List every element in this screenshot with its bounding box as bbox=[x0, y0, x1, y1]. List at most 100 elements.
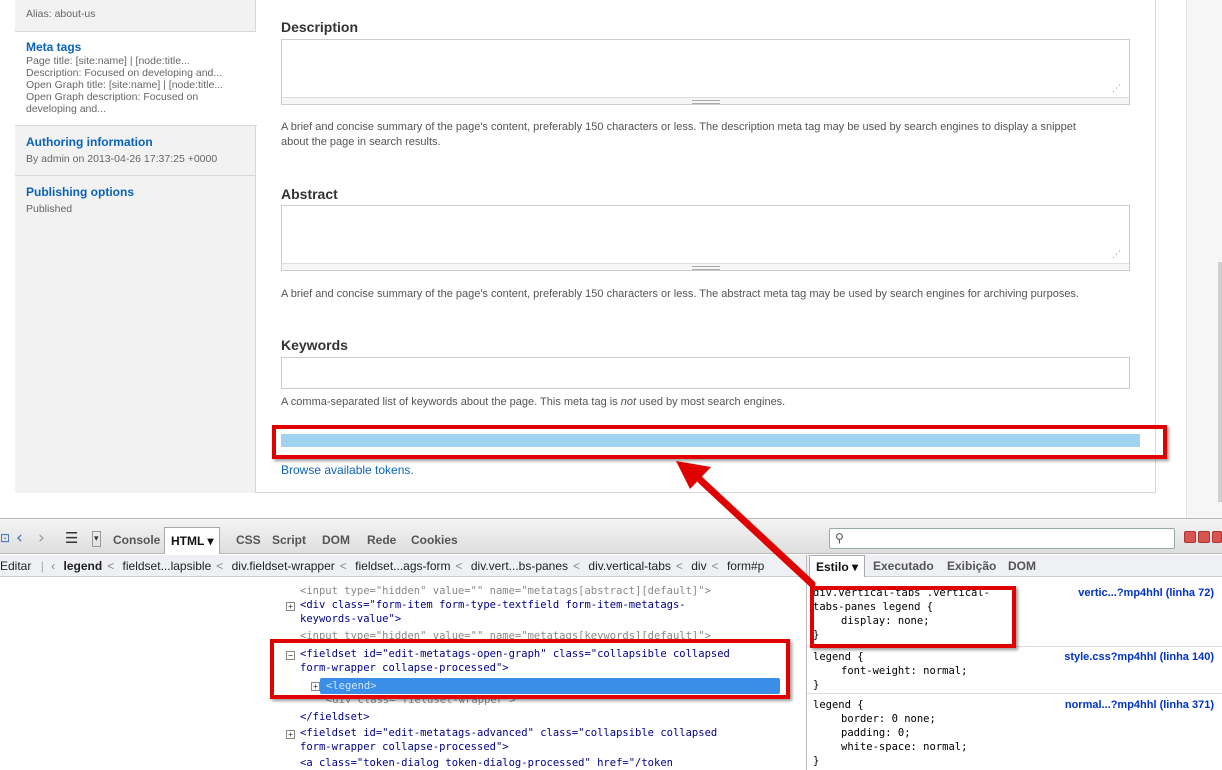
tab-script[interactable]: Script bbox=[266, 527, 312, 554]
html-node-cont: form-wrapper collapse-processed"> bbox=[300, 741, 509, 753]
tab-css[interactable]: CSS bbox=[230, 527, 267, 554]
abstract-help: A brief and concise summary of the page'… bbox=[281, 288, 1079, 300]
css-source-link[interactable]: normal...?mp4hhl (linha 371) bbox=[1065, 699, 1214, 711]
vertical-tab-title[interactable]: Publishing options bbox=[26, 185, 256, 200]
resize-handle-icon[interactable]: ⋰ bbox=[1112, 251, 1121, 260]
minimize-icon[interactable] bbox=[1184, 531, 1196, 543]
annotation-box-css-rule bbox=[810, 586, 1016, 648]
css-declaration[interactable]: white-space: normal; bbox=[813, 740, 1213, 754]
css-divider bbox=[807, 693, 1222, 694]
textarea-grippie[interactable] bbox=[282, 263, 1129, 270]
chevron-left-icon: < bbox=[107, 559, 115, 573]
breadcrumb-item[interactable]: fieldset...ags-form bbox=[355, 559, 450, 573]
vertical-tab-summary: Alias: about-us bbox=[26, 8, 96, 20]
vertical-tab-summary: Published bbox=[26, 203, 73, 215]
chevron-down-icon[interactable]: ▾ bbox=[852, 560, 858, 574]
css-declaration[interactable]: padding: 0; bbox=[813, 726, 1213, 740]
abstract-label: Abstract bbox=[281, 186, 338, 202]
chevron-left-icon: < bbox=[339, 559, 347, 573]
css-brace: } bbox=[813, 679, 820, 691]
back-arrow-icon[interactable]: ‹ bbox=[16, 528, 23, 548]
browse-tokens-link[interactable]: Browse available tokens. bbox=[281, 463, 414, 477]
expand-icon[interactable]: + bbox=[286, 602, 295, 611]
html-node[interactable]: <a class="token-dialog token-dialog-proc… bbox=[300, 756, 673, 770]
inspect-icon[interactable]: ⊡ bbox=[0, 531, 10, 545]
css-declaration[interactable]: border: 0 none; bbox=[813, 712, 1213, 726]
keywords-help-text-end: used by most search engines. bbox=[636, 396, 786, 408]
html-node[interactable]: </fieldset> bbox=[300, 710, 370, 724]
html-node-cont: keywords-value"> bbox=[300, 613, 402, 625]
tab-rede[interactable]: Rede bbox=[361, 527, 402, 554]
breadcrumb-divider: | bbox=[40, 559, 44, 573]
html-node[interactable]: <input type="hidden" value="" name="meta… bbox=[300, 584, 711, 598]
keywords-input[interactable] bbox=[281, 357, 1130, 389]
vertical-tab-summary: Description: Focused on developing and..… bbox=[26, 67, 223, 79]
search-icon: ⚲ bbox=[835, 531, 844, 545]
breadcrumb-item[interactable]: div.fieldset-wrapper bbox=[232, 559, 335, 573]
detach-icon[interactable] bbox=[1198, 531, 1210, 543]
chevron-left-icon: < bbox=[573, 559, 581, 573]
tab-cookies[interactable]: Cookies bbox=[405, 527, 464, 554]
breadcrumb-item[interactable]: div.vert...bs-panes bbox=[471, 559, 568, 573]
css-declaration[interactable]: font-weight: normal; bbox=[813, 664, 1213, 678]
abstract-textarea[interactable]: ⋰ bbox=[281, 205, 1130, 271]
vertical-tab-summary: Page title: [site:name] | [node:title... bbox=[26, 55, 190, 67]
expand-icon[interactable]: + bbox=[286, 730, 295, 739]
tab-dom[interactable]: DOM bbox=[316, 527, 356, 554]
tab-estilo[interactable]: Estilo ▾ bbox=[809, 555, 866, 577]
breadcrumb-item[interactable]: fieldset...lapsible bbox=[123, 559, 212, 573]
description-help-line-2: about the page in search results. bbox=[281, 136, 441, 148]
vertical-tab-summary: developing and... bbox=[26, 103, 106, 115]
tab-console[interactable]: Console bbox=[107, 527, 166, 554]
vertical-tab-url-alias[interactable]: Alias: about-us bbox=[15, 0, 256, 32]
scrollbar-thumb[interactable] bbox=[1218, 262, 1222, 502]
breadcrumb-item[interactable]: legend bbox=[64, 559, 103, 573]
html-node[interactable]: <fieldset id="edit-metatags-advanced" cl… bbox=[300, 726, 717, 740]
html-node[interactable]: <div class="form-item form-type-textfiel… bbox=[300, 598, 686, 612]
page-scrollbar[interactable] bbox=[1186, 0, 1222, 518]
close-icon[interactable] bbox=[1212, 531, 1222, 543]
keywords-label: Keywords bbox=[281, 337, 348, 353]
annotation-box-legend-node bbox=[270, 639, 790, 699]
breadcrumb-item[interactable]: div.vertical-tabs bbox=[588, 559, 670, 573]
breadcrumb-item[interactable]: form#p bbox=[727, 559, 764, 573]
keywords-help: A comma-separated list of keywords about… bbox=[281, 395, 1131, 410]
chevron-left-icon: < bbox=[675, 559, 683, 573]
css-source-link[interactable]: vertic...?mp4hhl (linha 72) bbox=[1078, 587, 1214, 599]
html-breadcrumb: Editar | ‹ legend < fieldset...lapsible < … bbox=[0, 555, 806, 577]
keywords-help-emphasis: not bbox=[620, 396, 637, 408]
tab-html[interactable]: HTML ▾ bbox=[164, 527, 221, 554]
firebug-search-input[interactable]: ⚲ bbox=[829, 528, 1175, 549]
resize-handle-icon[interactable]: ⋰ bbox=[1112, 85, 1121, 94]
keywords-help-text: A comma-separated list of keywords about… bbox=[281, 396, 621, 408]
css-source-link[interactable]: style.css?mp4hhl (linha 140) bbox=[1064, 651, 1214, 663]
description-textarea[interactable]: ⋰ bbox=[281, 39, 1130, 105]
vertical-tab-title[interactable]: Meta tags bbox=[26, 40, 257, 55]
drupal-node-edit-page: Alias: about-us Meta tags Page title: [s… bbox=[0, 0, 1222, 518]
menu-icon[interactable]: ☰ bbox=[65, 529, 78, 547]
chevron-down-icon[interactable]: ▾ bbox=[207, 534, 213, 548]
vertical-tab-title[interactable]: Authoring information bbox=[26, 135, 256, 150]
tab-html-label: HTML bbox=[171, 534, 205, 548]
vertical-tab-meta-tags[interactable]: Meta tags Page title: [site:name] | [nod… bbox=[15, 32, 257, 126]
firebug-panel: ⊡ ‹ › ☰ ▾ Console HTML ▾ CSS Script DOM … bbox=[0, 518, 1222, 770]
vertical-tab-summary: Open Graph description: Focused on bbox=[26, 91, 199, 103]
vertical-tab-publishing-options[interactable]: Publishing options Published bbox=[15, 176, 256, 227]
breadcrumb-item[interactable]: div bbox=[691, 559, 706, 573]
firebug-toolbar: ⊡ ‹ › ☰ ▾ Console HTML ▾ CSS Script DOM … bbox=[0, 519, 1222, 554]
edit-button[interactable]: Editar bbox=[0, 559, 31, 573]
chevron-left-icon: < bbox=[455, 559, 463, 573]
side-panel-tabs: Estilo ▾ Executado Exibição DOM bbox=[806, 555, 1222, 577]
forward-arrow-icon[interactable]: › bbox=[38, 528, 45, 548]
tab-estilo-label: Estilo bbox=[816, 560, 849, 574]
textarea-grippie[interactable] bbox=[282, 97, 1129, 104]
vertical-tab-summary: Open Graph title: [site:name] | [node:ti… bbox=[26, 79, 224, 91]
vertical-tab-summary: By admin on 2013-04-26 17:37:25 +0000 bbox=[26, 153, 218, 165]
chevron-left-icon: < bbox=[216, 559, 224, 573]
tab-side-dom[interactable]: DOM bbox=[1008, 555, 1036, 577]
panel-dropdown-icon[interactable]: ▾ bbox=[92, 531, 101, 547]
tab-executado[interactable]: Executado bbox=[873, 555, 934, 577]
tab-exibicao[interactable]: Exibição bbox=[947, 555, 996, 577]
vertical-tab-authoring-information[interactable]: Authoring information By admin on 2013-0… bbox=[15, 126, 256, 176]
description-label: Description bbox=[281, 19, 359, 35]
